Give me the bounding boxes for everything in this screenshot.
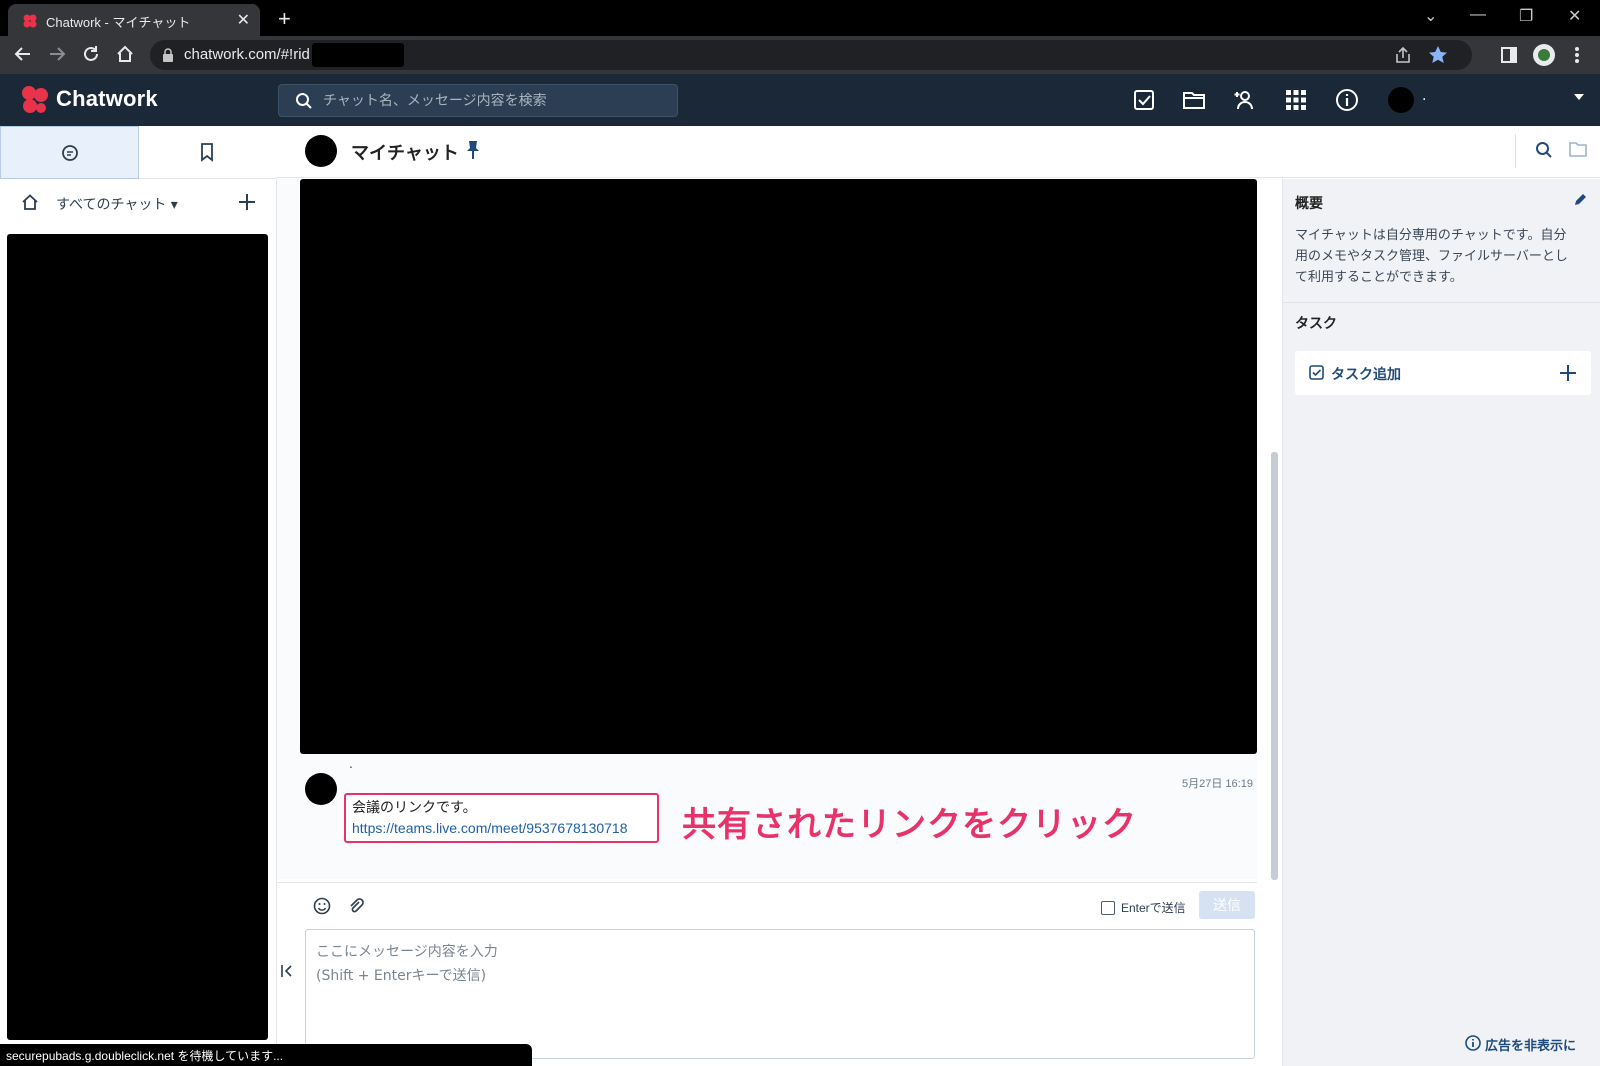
enter-send-label: Enterで送信 <box>1121 901 1186 915</box>
overview-title: 概要 <box>1295 196 1323 212</box>
logo-text[interactable]: Chatwork <box>56 86 158 112</box>
search-icon <box>295 92 313 110</box>
home-icon[interactable] <box>116 45 134 63</box>
room-avatar <box>305 135 337 167</box>
highlighted-message: 会議のリンクです。 https://teams.live.com/meet/95… <box>344 793 659 843</box>
room-info-pane: 概要 マイチャットは自分専用のチャットです。自分用のメモやタスク管理、ファイルサ… <box>1282 179 1600 1066</box>
message-timestamp: 5月27日 16:19 <box>1182 778 1253 790</box>
task-section-title: タスク <box>1295 316 1337 332</box>
room-header: マイチャット <box>277 126 1600 178</box>
enter-to-send-toggle[interactable]: Enterで送信 <box>1101 899 1186 916</box>
tab-close-icon[interactable]: ✕ <box>237 10 250 29</box>
redacted-url-block <box>312 43 404 67</box>
minimize-icon[interactable]: — <box>1470 6 1486 24</box>
add-task-label: タスク追加 <box>1331 367 1401 383</box>
timeline-scrollbar[interactable] <box>1271 452 1278 880</box>
redacted-message-area <box>300 179 1257 754</box>
profile-avatar-icon[interactable] <box>1532 43 1556 67</box>
message-input[interactable] <box>305 929 1255 1059</box>
section-divider <box>1283 302 1600 303</box>
browser-menu-icon[interactable] <box>1574 46 1580 64</box>
account-menu-chevron-icon[interactable] <box>1573 93 1585 101</box>
add-chat-plus-icon[interactable] <box>238 193 256 211</box>
lock-icon[interactable] <box>162 48 174 62</box>
restore-icon[interactable]: ❐ <box>1519 6 1533 26</box>
window-close-icon[interactable]: ✕ <box>1568 6 1581 26</box>
chatwork-favicon-icon <box>22 13 38 29</box>
meeting-link[interactable]: https://teams.live.com/meet/953767813071… <box>352 820 628 836</box>
message-text: 会議のリンクです。 <box>352 800 477 816</box>
header-divider <box>1515 134 1516 168</box>
chat-bubble-icon <box>61 144 79 162</box>
chatwork-logo-icon[interactable] <box>20 84 50 116</box>
room-title: マイチャット <box>351 143 459 164</box>
overview-description: マイチャットは自分専用のチャットです。自分用のメモやタスク管理、ファイルサーバー… <box>1295 228 1568 285</box>
tab-bookmarks[interactable] <box>139 126 277 179</box>
enter-send-checkbox[interactable] <box>1101 901 1115 915</box>
user-avatar[interactable] <box>1388 87 1414 113</box>
task-checkbox-icon <box>1309 365 1324 380</box>
edit-pencil-icon[interactable] <box>1573 193 1587 207</box>
bookmark-icon <box>200 142 214 162</box>
address-bar[interactable]: chatwork.com/#!rid <box>150 40 1472 70</box>
side-panel-icon[interactable] <box>1500 46 1518 64</box>
message-composer: Enterで送信 送信 <box>277 882 1257 1066</box>
chat-list-pane: すべてのチャット ▾ <box>0 126 277 1066</box>
info-icon[interactable] <box>1335 88 1361 114</box>
bookmark-star-icon[interactable] <box>1428 45 1448 65</box>
room-files-folder-icon[interactable] <box>1569 141 1587 157</box>
header-username[interactable]: . <box>1422 88 1426 104</box>
browser-tab-title: Chatwork - マイチャット <box>46 15 191 30</box>
add-task-button[interactable]: タスク追加 <box>1295 351 1591 395</box>
browser-tab-strip: Chatwork - マイチャット ✕ + ⌄ — ❐ ✕ <box>0 0 1600 36</box>
info-circle-icon[interactable] <box>1465 1035 1481 1051</box>
share-icon[interactable] <box>1394 46 1412 64</box>
browser-tab[interactable]: Chatwork - マイチャット ✕ <box>8 4 260 36</box>
send-button[interactable]: 送信 <box>1199 891 1255 919</box>
app-header: Chatwork . <box>0 74 1600 126</box>
apps-grid-icon[interactable] <box>1284 88 1310 114</box>
new-tab-button[interactable]: + <box>278 6 291 32</box>
annotation-callout: 共有されたリンクをクリック <box>682 805 1137 845</box>
browser-toolbar: chatwork.com/#!rid <box>0 36 1600 74</box>
sender-avatar[interactable] <box>305 773 337 805</box>
search-box[interactable] <box>278 84 678 117</box>
contacts-icon[interactable] <box>1233 88 1259 114</box>
message-timeline: . 5月27日 16:19 会議のリンクです。 https://teams.li… <box>277 179 1257 879</box>
chat-filter-dropdown[interactable]: すべてのチャット ▾ <box>56 194 178 214</box>
hide-ads-link[interactable]: 広告を非表示に <box>1485 1035 1576 1054</box>
pin-icon[interactable] <box>466 140 480 160</box>
room-search-icon[interactable] <box>1535 141 1553 159</box>
collapse-pane-icon[interactable] <box>281 963 293 979</box>
browser-status-bar: securepubads.g.doubleclick.net を待機しています.… <box>0 1044 532 1066</box>
emoji-icon[interactable] <box>313 897 331 915</box>
url-text: chatwork.com/#!rid <box>184 46 310 63</box>
home-icon[interactable] <box>21 193 39 211</box>
chat-list-redacted[interactable] <box>7 234 268 1040</box>
tab-chats[interactable] <box>0 126 139 179</box>
forward-icon[interactable] <box>48 45 66 63</box>
tab-search-icon[interactable]: ⌄ <box>1424 6 1437 26</box>
reload-icon[interactable] <box>82 45 100 63</box>
add-task-plus-icon[interactable] <box>1559 364 1577 382</box>
sender-name[interactable]: . <box>349 757 353 771</box>
back-icon[interactable] <box>14 45 32 63</box>
task-icon[interactable] <box>1132 88 1158 114</box>
search-input[interactable] <box>323 90 663 112</box>
file-folder-icon[interactable] <box>1182 88 1208 114</box>
attach-file-icon[interactable] <box>347 897 365 915</box>
